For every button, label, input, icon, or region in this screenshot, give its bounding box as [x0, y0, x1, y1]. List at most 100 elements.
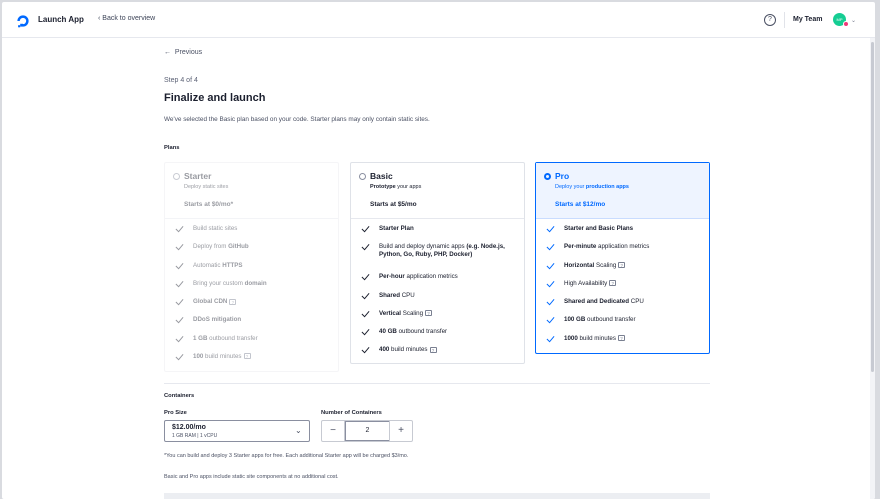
- plan-card-header: Basic Prototype your apps Starts at $5/m…: [351, 163, 524, 219]
- feature-item: Global CDN?: [175, 298, 335, 316]
- back-link-label: Back to overview: [102, 15, 156, 22]
- feature-item: 40 GB outbound transfer: [361, 328, 521, 346]
- plan-price: Starts at $0/mo*: [184, 201, 234, 208]
- feature-label: High Availability: [564, 279, 608, 287]
- help-tooltip-icon[interactable]: ?: [617, 335, 625, 342]
- feature-item: 1000 build minutes?: [546, 335, 706, 353]
- feature-label: Shared and Dedicated CPU: [564, 298, 644, 306]
- help-tooltip-icon[interactable]: ?: [229, 298, 237, 305]
- check-icon: [546, 262, 555, 270]
- check-icon: [361, 347, 370, 354]
- check-icon: [546, 244, 555, 251]
- plans-label: Plans: [164, 145, 180, 151]
- feature-item: High Availability?: [546, 280, 706, 298]
- chevron-down-icon[interactable]: ⌄: [851, 17, 856, 24]
- check-icon: [175, 280, 184, 288]
- increment-button[interactable]: +: [389, 421, 412, 441]
- feature-label: Starter Plan: [379, 225, 414, 232]
- plan-card-header: Pro Deploy your production apps Starts a…: [536, 163, 709, 219]
- feature-label: Horizontal Scaling: [564, 261, 617, 269]
- feature-item: Starter Plan: [361, 225, 521, 243]
- starter-note: *You can build and deploy 3 Starter apps…: [164, 453, 409, 459]
- feature-item: Automatic HTTPS: [175, 262, 335, 280]
- feature-item: 1 GB outbound transfer: [175, 335, 335, 353]
- next-section-edge: [164, 493, 710, 499]
- previous-label: Previous: [174, 49, 203, 56]
- back-to-overview-link[interactable]: ‹ Back to overview: [98, 15, 155, 22]
- feature-item: Per-hour application metrics: [361, 273, 521, 291]
- plan-features: Starter Plan Build and deploy dynamic app…: [361, 225, 521, 365]
- check-icon: [361, 225, 370, 233]
- check-icon: [546, 317, 555, 324]
- size-spec: 1 GB RAM | 1 vCPU: [172, 433, 218, 439]
- help-tooltip-icon[interactable]: ?: [425, 310, 433, 317]
- check-icon: [175, 262, 184, 270]
- feature-label: Per-hour application metrics: [379, 273, 458, 281]
- avatar-status-dot: [843, 21, 849, 27]
- check-icon: [175, 299, 184, 306]
- plan-price: Starts at $12/mo: [555, 201, 606, 208]
- plan-features: Build static sites Deploy from GitHub Auto…: [175, 225, 335, 371]
- feature-item: Horizontal Scaling?: [546, 262, 706, 280]
- feature-item: 400 build minutes?: [361, 346, 521, 364]
- feature-item: Shared and Dedicated CPU: [546, 298, 706, 316]
- container-count-stepper: − 2 +: [321, 420, 413, 442]
- plan-card-pro[interactable]: Pro Deploy your production apps Starts a…: [535, 162, 710, 354]
- plan-card-basic[interactable]: Basic Prototype your apps Starts at $5/m…: [350, 162, 525, 364]
- check-icon: [175, 317, 184, 324]
- help-tooltip-icon[interactable]: ?: [618, 261, 626, 268]
- size-price: $12.00/mo: [172, 424, 206, 431]
- decrement-button[interactable]: −: [322, 421, 345, 441]
- feature-label: Build and deploy dynamic apps (e.g. Node…: [379, 243, 505, 259]
- check-icon: [175, 354, 184, 361]
- team-name[interactable]: My Team: [793, 16, 822, 23]
- scrollbar-thumb[interactable]: [871, 42, 874, 372]
- check-icon: [175, 244, 184, 251]
- feature-item: Shared CPU: [361, 292, 521, 310]
- help-tooltip-icon[interactable]: ?: [609, 280, 617, 287]
- check-icon: [546, 280, 555, 288]
- digitalocean-logo-icon[interactable]: [16, 14, 30, 28]
- page-description: We've selected the Basic plan based on y…: [164, 116, 430, 123]
- arrow-left-icon: ←: [164, 49, 175, 56]
- feature-label: Shared CPU: [379, 291, 415, 299]
- top-bar: Launch App ‹ Back to overview ? My Team …: [2, 2, 875, 38]
- feature-label: Build static sites: [193, 225, 238, 232]
- help-tooltip-icon[interactable]: ?: [243, 353, 251, 360]
- page-title: Finalize and launch: [164, 92, 266, 104]
- plan-name: Pro: [555, 171, 570, 181]
- app-title: Launch App: [38, 15, 84, 24]
- plan-price: Starts at $5/mo: [370, 201, 417, 208]
- feature-label: 400 build minutes: [379, 346, 428, 354]
- feature-item: Build static sites: [175, 225, 335, 243]
- plan-radio-basic[interactable]: [359, 173, 366, 180]
- size-label: Pro Size: [164, 410, 187, 416]
- check-icon: [361, 244, 370, 251]
- feature-label: 100 build minutes: [193, 353, 242, 361]
- check-icon: [361, 329, 370, 336]
- size-select[interactable]: $12.00/mo 1 GB RAM | 1 vCPU ⌄: [164, 420, 310, 442]
- header-divider: [784, 12, 785, 28]
- plan-card-header: Starter Deploy static sites Starts at $0…: [165, 163, 338, 219]
- plan-subtitle: Deploy your production apps: [555, 184, 629, 190]
- section-divider: [164, 383, 710, 384]
- static-site-note: Basic and Pro apps include static site c…: [164, 474, 339, 480]
- help-icon[interactable]: ?: [764, 14, 776, 26]
- feature-label: DDoS mitigation: [193, 316, 242, 324]
- plan-radio-pro[interactable]: [544, 173, 551, 180]
- feature-label: Vertical Scaling: [379, 309, 424, 317]
- plan-card-starter: Starter Deploy static sites Starts at $0…: [164, 162, 339, 372]
- previous-link[interactable]: ← Previous: [164, 49, 202, 56]
- feature-label: 1 GB outbound transfer: [193, 334, 258, 342]
- check-icon: [361, 292, 370, 300]
- container-count-input[interactable]: 2: [345, 421, 390, 441]
- feature-item: DDoS mitigation: [175, 316, 335, 334]
- check-icon: [546, 225, 555, 233]
- feature-label: Starter and Basic Plans: [564, 225, 634, 232]
- feature-item: Starter and Basic Plans: [546, 225, 706, 243]
- feature-label: 100 GB outbound transfer: [564, 316, 636, 324]
- help-tooltip-icon[interactable]: ?: [429, 346, 437, 353]
- check-icon: [546, 299, 555, 306]
- plan-name: Starter: [184, 171, 212, 181]
- check-icon: [175, 335, 184, 343]
